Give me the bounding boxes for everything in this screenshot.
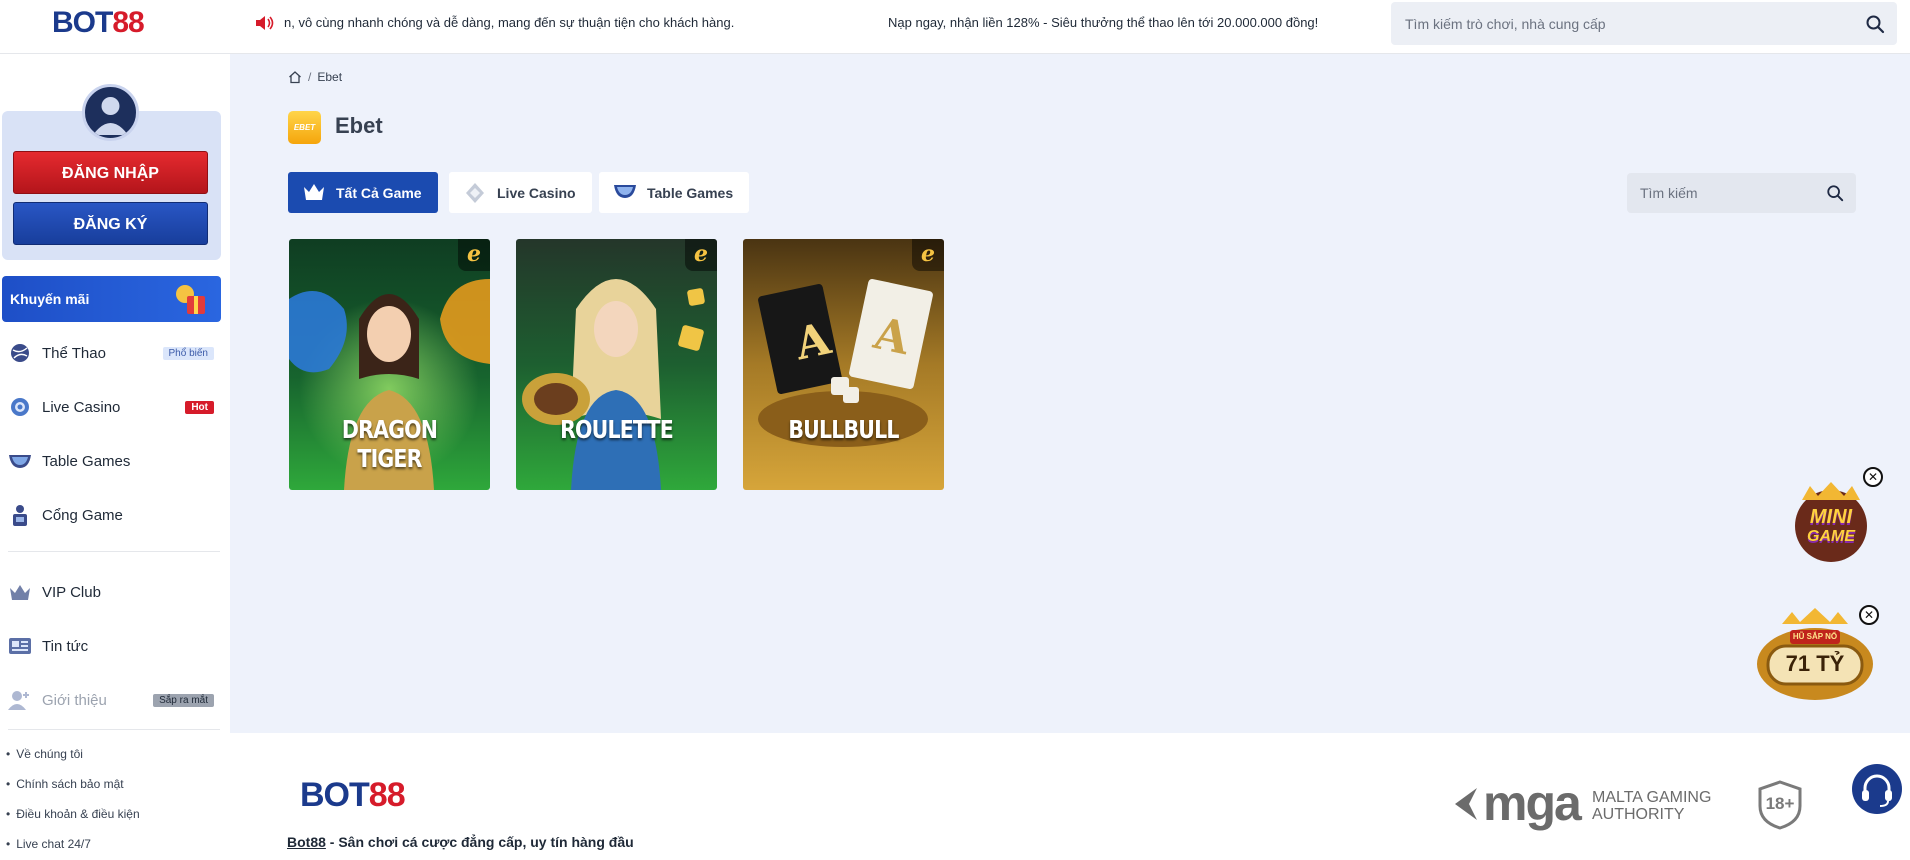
provider-logo: EBET — [288, 111, 321, 144]
gift-icon — [176, 285, 205, 314]
tab-all-games[interactable]: Tất Cả Game — [288, 172, 438, 213]
user-icon — [93, 97, 128, 135]
avatar — [82, 84, 139, 141]
footer-tagline: Bot88 - Sân chơi cá cược đẳng cấp, uy tí… — [287, 834, 634, 850]
newspaper-icon — [8, 634, 32, 658]
tab-live-casino[interactable]: Live Casino — [449, 172, 592, 213]
login-button[interactable]: ĐĂNG NHẬP — [13, 151, 208, 194]
game-search-input[interactable] — [1640, 173, 1820, 213]
bullbull-artwork: A A — [743, 239, 944, 490]
casino-chip-icon — [8, 395, 32, 419]
sidebar-item-live-casino[interactable]: Live Casino Hot — [8, 387, 214, 427]
link-privacy-policy[interactable]: Chính sách bảo mật — [6, 775, 140, 805]
link-terms[interactable]: Điều khoản & điều kiện — [6, 805, 139, 835]
sidebar-divider — [8, 729, 220, 730]
sidebar-divider — [8, 551, 220, 552]
table-games-icon — [613, 182, 637, 204]
game-title: ROULETTE — [560, 415, 674, 444]
game-title: DRAGON TIGER — [341, 415, 438, 473]
sports-ball-icon — [8, 341, 32, 365]
customer-support-button[interactable] — [1852, 764, 1902, 814]
game-portal-icon — [8, 503, 32, 527]
search-icon[interactable] — [1865, 14, 1885, 34]
register-button[interactable]: ĐĂNG KÝ — [13, 202, 208, 245]
link-about-us[interactable]: Về chúng tôi — [6, 745, 140, 775]
page-title: Ebet — [335, 113, 383, 138]
top-header: BOT88 n, vô cùng nhanh chóng và dễ dàng,… — [0, 0, 1910, 54]
provider-mark-icon: e — [912, 239, 944, 271]
sidebar-item-news[interactable]: Tin tức — [8, 626, 214, 666]
crown-icon — [8, 580, 32, 604]
breadcrumb: / Ebet — [288, 70, 342, 84]
sidebar-item-sports[interactable]: Thể Thao Phổ biến — [8, 333, 214, 373]
jackpot-widget[interactable]: HŨ SẮP NỔ 71 TỶ — [1752, 604, 1878, 704]
link-live-chat[interactable]: Live chat 24/7 — [6, 835, 140, 860]
age-restriction-badge: 18+ — [1756, 780, 1804, 830]
headset-icon — [1862, 774, 1892, 807]
home-icon[interactable] — [288, 70, 302, 84]
popular-badge: Phổ biến — [162, 346, 214, 360]
coming-soon-badge: Sắp ra mắt — [153, 693, 214, 707]
global-search-input[interactable] — [1405, 2, 1845, 45]
footer-logo[interactable]: BOT88 — [300, 778, 406, 812]
announcement-text: n, vô cùng nhanh chóng và dễ dàng, mang … — [284, 15, 735, 30]
tab-table-games[interactable]: Table Games — [599, 172, 750, 213]
game-card-bullbull[interactable]: A A BULLBULL e — [743, 239, 944, 490]
speaker-icon — [256, 16, 274, 30]
hot-badge: Hot — [185, 400, 214, 414]
promotions-button[interactable]: Khuyến mãi — [2, 276, 221, 322]
game-card-dragon-tiger[interactable]: DRAGON TIGER e — [289, 239, 490, 490]
sidebar-footer-links: Về chúng tôi Chính sách bảo mật Điều kho… — [6, 745, 140, 860]
sidebar-item-table-games[interactable]: Table Games — [8, 441, 214, 481]
sidebar-item-game-portal[interactable]: Cổng Game — [8, 495, 214, 535]
roulette-artwork — [516, 239, 717, 490]
game-title: BULLBULL — [788, 415, 899, 444]
provider-mark-icon: e — [458, 239, 490, 271]
sidebar-item-vip-club[interactable]: VIP Club — [8, 572, 214, 612]
sidebar-item-about: Giới thiệu Sắp ra mắt — [8, 680, 214, 720]
search-icon[interactable] — [1826, 184, 1844, 202]
game-search — [1627, 173, 1856, 213]
promo-announcement-text: Nạp ngay, nhận liền 128% - Siêu thưởng t… — [888, 15, 1319, 30]
breadcrumb-current: Ebet — [317, 70, 343, 84]
global-search — [1391, 2, 1897, 45]
mini-game-widget[interactable]: MINI GAME — [1784, 478, 1878, 568]
crown-icon — [302, 182, 326, 204]
footer-brand-link[interactable]: Bot88 — [287, 834, 326, 850]
diamond-card-icon — [463, 182, 487, 204]
game-card-roulette[interactable]: ROULETTE e — [516, 239, 717, 490]
mga-license-logo[interactable]: mga MALTA GAMING AUTHORITY — [1455, 778, 1715, 832]
table-games-icon — [8, 449, 32, 473]
provider-mark-icon: e — [685, 239, 717, 271]
user-plus-icon — [8, 688, 32, 712]
site-logo[interactable]: BOT88 — [52, 8, 145, 38]
